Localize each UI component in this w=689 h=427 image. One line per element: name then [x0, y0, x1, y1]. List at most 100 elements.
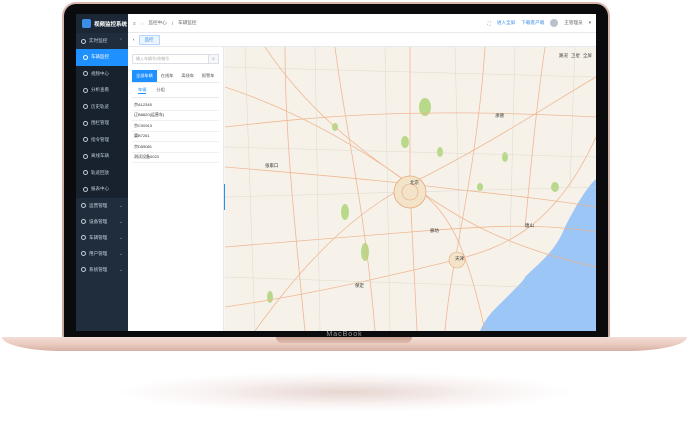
breadcrumb-separator: /: [171, 20, 174, 26]
map-control-button[interactable]: 全屏: [583, 53, 592, 59]
group-icon: [81, 219, 86, 224]
panel-subtab[interactable]: 车辆: [138, 87, 147, 94]
sidebar-item[interactable]: 指令管理: [76, 131, 128, 148]
tab-monitor[interactable]: 监控: [138, 34, 160, 45]
map-control-button[interactable]: 路况: [559, 53, 568, 59]
chevron-up-icon: ⌃: [118, 38, 123, 44]
search-placeholder: 输入车辆号/终端号: [136, 56, 170, 61]
sidebar-item[interactable]: 轨迹回放: [76, 164, 128, 181]
sidebar-group[interactable]: 运营管理 ⌄: [76, 198, 128, 214]
macbook-label: MacBook: [326, 331, 363, 338]
menu-item-icon: [83, 104, 88, 110]
sidebar-item[interactable]: 围栏管理: [76, 115, 128, 132]
brand[interactable]: 视频监控系统: [76, 14, 128, 33]
sidebar-item[interactable]: 报表中心: [76, 181, 128, 198]
panel-tab[interactable]: 报警车: [198, 70, 219, 82]
sidebar-item-label: 轨迹回放: [91, 169, 109, 175]
logo-icon: [82, 19, 91, 28]
panel-tab[interactable]: 在线车: [157, 70, 178, 82]
sidebar-group-label: 设备管理: [89, 218, 108, 224]
tabs-bar: ‹ 监控: [128, 33, 596, 47]
group-icon: [81, 203, 86, 208]
sidebar-group-label: 系统管理: [89, 266, 108, 272]
sidebar-item-label: 报表中心: [91, 186, 109, 192]
sidebar-item[interactable]: 离线车辆: [76, 148, 128, 165]
top-link-fullscreen[interactable]: 进入全屏: [497, 20, 515, 26]
top-link-download[interactable]: 下载客户端: [521, 20, 544, 26]
search-input[interactable]: 输入车辆号/终端号 ⌕: [132, 54, 219, 64]
sidebar-item-label: 分析查看: [91, 87, 109, 93]
list-item[interactable]: 京C00913: [132, 121, 219, 132]
menu-group-label: 实时监控: [89, 38, 108, 43]
menu-item-icon: [83, 87, 88, 93]
map-canvas: 北京天津 承德唐山廊坊保定 张家口: [225, 47, 596, 331]
chevron-down-icon: ⌄: [118, 218, 123, 225]
breadcrumb-current: 车辆监控: [178, 20, 197, 25]
list-item[interactable]: 冀B7261: [132, 132, 219, 142]
list-item[interactable]: 测试设备0023: [132, 153, 219, 163]
breadcrumb-root[interactable]: 监控中心: [148, 20, 166, 26]
vehicle-panel: 输入车辆号/终端号 ⌕ 全部车辆 在线车 离线车 报警车 车辆 分组 京A12345 辽B…: [128, 47, 224, 331]
home-icon: [81, 38, 86, 44]
search-button[interactable]: ⌕: [208, 54, 219, 64]
laptop-shadow: [120, 372, 570, 412]
menu-toggle-icon[interactable]: ≡: [133, 21, 136, 26]
list-item[interactable]: 京A12345: [132, 100, 219, 111]
screenshot-stage: MacBook 视频监控系统 实时监控 ⌃ 车辆监控 视频中心 分析查看 历史轨迹 围栏…: [0, 0, 689, 427]
group-icon: [81, 235, 86, 240]
panel-subtabs: 车辆 分组: [132, 83, 219, 98]
sidebar-group[interactable]: 用户管理 ⌄: [76, 246, 128, 262]
menu-item-icon: [83, 54, 88, 60]
sidebar-group[interactable]: 车辆管理 ⌄: [76, 230, 128, 246]
tabs-prev-icon[interactable]: ‹: [133, 37, 135, 42]
map-view[interactable]: 北京 天津 承德 唐山 廊坊 保定 张家口 路况 卫星 全屏: [225, 47, 596, 331]
chevron-down-icon: ⌄: [118, 266, 123, 273]
menu-item-icon: [83, 186, 88, 192]
avatar[interactable]: [550, 19, 559, 27]
city-label: 唐山: [525, 222, 534, 229]
sidebar-item[interactable]: 视频中心: [76, 65, 128, 82]
fullscreen-icon[interactable]: ⛶: [488, 21, 491, 26]
panel-tab[interactable]: 全部车辆: [132, 70, 157, 82]
map-controls: 路况 卫星 全屏: [559, 53, 592, 59]
vehicle-list: 京A12345 辽B8820(运营车) 京C00913 冀B7261 京D55081 测试…: [132, 100, 219, 163]
menu-group-realtime[interactable]: 实时监控 ⌃: [76, 33, 128, 49]
search-icon: ⌕: [212, 56, 215, 62]
sidebar-item-label: 围栏管理: [91, 120, 109, 126]
sidebar-item-label: 历史轨迹: [91, 103, 109, 109]
sidebar-group-label: 车辆管理: [89, 234, 108, 240]
sidebar-item[interactable]: 历史轨迹: [76, 98, 128, 115]
menu-item-icon: [83, 153, 88, 159]
menu-item-icon: [83, 120, 88, 126]
chevron-down-icon: ⌄: [118, 250, 123, 257]
sidebar-item-label: 视频中心: [91, 70, 109, 76]
chevron-down-icon: ⌄: [118, 202, 123, 209]
sidebar-item[interactable]: 分析查看: [76, 82, 128, 99]
sidebar-item-label: 指令管理: [91, 136, 109, 142]
screen: 视频监控系统 实时监控 ⌃ 车辆监控 视频中心 分析查看 历史轨迹 围栏管理 指令管理 离线…: [76, 14, 596, 331]
sidebar-group[interactable]: 系统管理 ⌄: [76, 262, 128, 278]
brand-name: 视频监控系统: [94, 21, 128, 28]
sidebar-group[interactable]: 设备管理 ⌄: [76, 214, 128, 230]
user-name[interactable]: 王管理员: [564, 20, 582, 26]
sidebar-item-label: 离线车辆: [91, 153, 109, 159]
bay-area: [480, 277, 525, 331]
panel-subtab[interactable]: 分组: [156, 87, 164, 94]
city-label: 张家口: [265, 162, 279, 169]
refresh-icon[interactable]: ◌: [141, 21, 144, 26]
group-icon: [81, 251, 86, 256]
menu-item-icon: [83, 170, 88, 176]
sidebar-group-label: 运营管理: [89, 202, 108, 208]
city-label: 保定: [355, 282, 364, 289]
sidebar-item[interactable]: 车辆监控: [76, 49, 128, 66]
list-item[interactable]: 辽B8820(运营车): [132, 111, 219, 121]
panel-tab[interactable]: 离线车: [177, 70, 198, 82]
menu-item-icon: [83, 137, 88, 143]
group-icon: [81, 267, 86, 272]
list-item[interactable]: 京D55081: [132, 142, 219, 153]
map-control-button[interactable]: 卫星: [571, 53, 580, 59]
chevron-down-icon[interactable]: ▾: [589, 20, 591, 26]
city-label: 天津: [455, 255, 464, 262]
sidebar-group-label: 用户管理: [89, 250, 108, 256]
city-label: 承德: [495, 112, 504, 119]
